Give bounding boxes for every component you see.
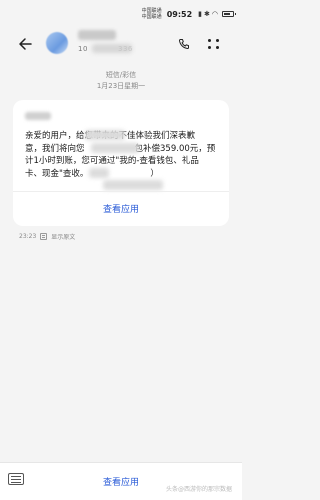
message-meta: 23:23 显示原文 (19, 232, 75, 241)
status-time: 09:52 (166, 9, 193, 19)
redaction-mark (85, 130, 125, 140)
watermark: 头条@西游你的那宗数据 (166, 486, 233, 493)
message-line-2b: 包补偿359.00元，预 (134, 143, 216, 154)
back-arrow-icon (19, 38, 32, 50)
more-dot (216, 46, 219, 49)
wifi-icon: ◠ (211, 10, 218, 18)
message-date: 1月23日星期一 (96, 82, 146, 90)
status-bar: 中国联通 中国联通 09:52 ▮ ✱ ◠ (0, 0, 242, 28)
message-bubble[interactable]: 亲爱的用户，给您带来的不佳体验我们深表歉 意，我们将向您包补偿359.00元，预… (13, 100, 229, 226)
message-time: 23:23 (19, 233, 37, 240)
more-dot (216, 39, 219, 42)
redaction-mark (89, 168, 109, 178)
phone-icon (178, 39, 189, 50)
more-dot (208, 46, 211, 49)
contact-name (78, 30, 116, 40)
bottom-action-bar: 查看应用 (0, 462, 242, 500)
signal-icon: ▮ (198, 10, 203, 18)
redaction-mark (103, 180, 163, 190)
message-type-label: 短信/彩信 (105, 71, 137, 79)
back-button[interactable] (14, 33, 36, 55)
more-dot (208, 39, 211, 42)
conversation-header: 10 336 (0, 28, 242, 60)
contact-number: 10 (78, 45, 88, 53)
show-original-icon (40, 233, 48, 240)
carrier-2: 中国联通 (141, 14, 162, 20)
sender-redaction (25, 112, 51, 120)
contact-number-tail: 336 (118, 45, 133, 53)
message-line-3: 计1小时到账，您可通过"我的-查看钱包、礼品 (25, 156, 199, 166)
message-line-4b: ） (150, 168, 159, 179)
message-line-4: 卡、现金"查收。 ） (25, 168, 219, 181)
carrier-info: 中国联通 中国联通 (142, 8, 162, 20)
view-app-button[interactable]: 查看应用 (13, 192, 229, 224)
avatar[interactable] (46, 32, 68, 54)
more-options-button[interactable] (204, 34, 224, 54)
bluetooth-icon: ✱ (204, 10, 210, 18)
show-original-link[interactable]: 显示原文 (51, 232, 75, 241)
redaction-mark (91, 143, 139, 153)
call-button[interactable] (174, 34, 194, 54)
message-line-4a: 卡、现金"查收。 (25, 168, 89, 179)
battery-icon (222, 11, 236, 17)
message-line-2a: 意，我们将向您 (25, 143, 85, 154)
